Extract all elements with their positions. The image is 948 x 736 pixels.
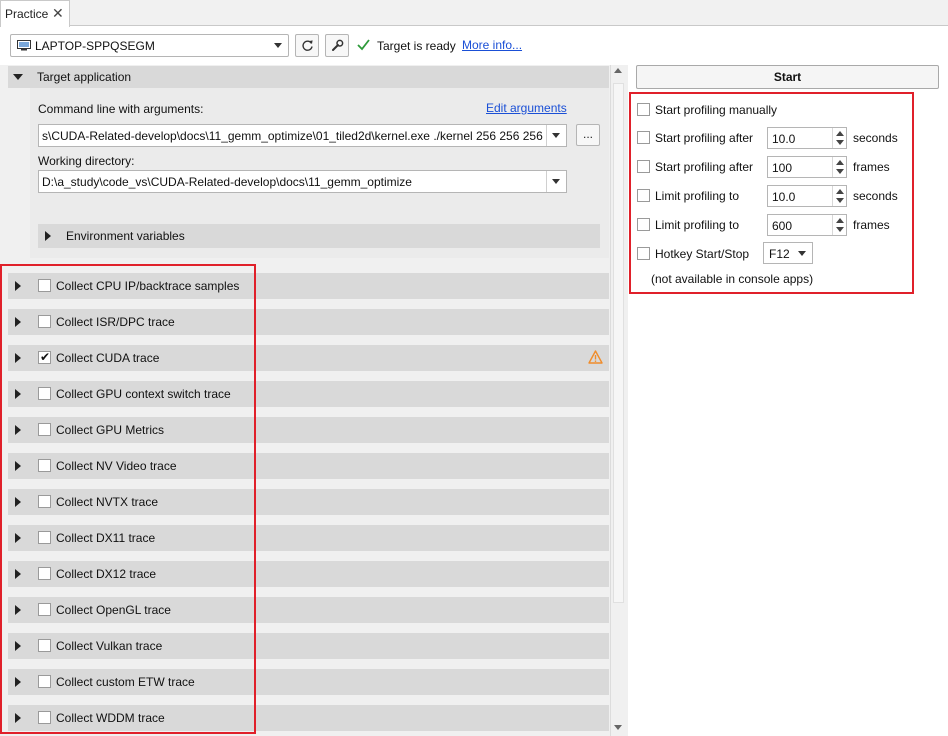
scroll-up-icon[interactable] <box>614 68 622 73</box>
device-select[interactable]: LAPTOP-SPPQSEGM <box>10 34 289 57</box>
computer-icon <box>17 40 31 51</box>
more-info-link[interactable]: More info... <box>462 38 522 52</box>
working-directory-label: Working directory: <box>38 154 135 168</box>
working-directory-dropdown[interactable] <box>546 171 566 192</box>
command-line-value: s\CUDA-Related-develop\docs\11_gemm_opti… <box>42 129 543 143</box>
section-title: Target application <box>37 70 132 84</box>
browse-button[interactable]: ... <box>576 124 600 146</box>
tab-label: Practice <box>5 7 49 21</box>
start-button[interactable]: Start <box>636 65 939 89</box>
caret-right-icon <box>45 231 51 241</box>
scroll-thumb[interactable] <box>613 83 624 603</box>
environment-variables-row[interactable]: Environment variables <box>38 224 600 248</box>
checkmark-icon <box>357 39 370 51</box>
caret-down-icon <box>13 74 23 80</box>
tab-strip <box>0 0 948 26</box>
chevron-down-icon <box>552 179 560 184</box>
warning-icon[interactable] <box>588 350 603 364</box>
vertical-scrollbar[interactable] <box>610 65 626 736</box>
highlight-box-trace-list <box>0 264 256 734</box>
wrench-icon <box>332 39 344 51</box>
command-line-label: Command line with arguments: <box>38 102 204 116</box>
device-name: LAPTOP-SPPQSEGM <box>35 39 155 53</box>
scroll-down-icon[interactable] <box>614 725 622 730</box>
refresh-icon <box>302 40 313 51</box>
edit-arguments-link[interactable]: Edit arguments <box>486 101 567 115</box>
chevron-down-icon <box>552 133 560 138</box>
highlight-box-profiling-options <box>629 92 914 294</box>
close-icon[interactable]: ✕ <box>52 5 64 21</box>
target-application-header[interactable]: Target application <box>8 66 609 88</box>
tab-practice[interactable]: Practice ✕ <box>0 0 70 27</box>
status-text: Target is ready <box>377 39 456 53</box>
chevron-down-icon <box>274 43 282 48</box>
command-line-input[interactable]: s\CUDA-Related-develop\docs\11_gemm_opti… <box>38 124 567 147</box>
working-directory-input[interactable]: D:\a_study\code_vs\CUDA-Related-develop\… <box>38 170 567 193</box>
command-history-dropdown[interactable] <box>546 125 566 146</box>
refresh-button[interactable] <box>295 34 319 57</box>
settings-button[interactable] <box>325 34 349 57</box>
environment-variables-label: Environment variables <box>66 229 185 243</box>
working-directory-value: D:\a_study\code_vs\CUDA-Related-develop\… <box>42 175 412 189</box>
